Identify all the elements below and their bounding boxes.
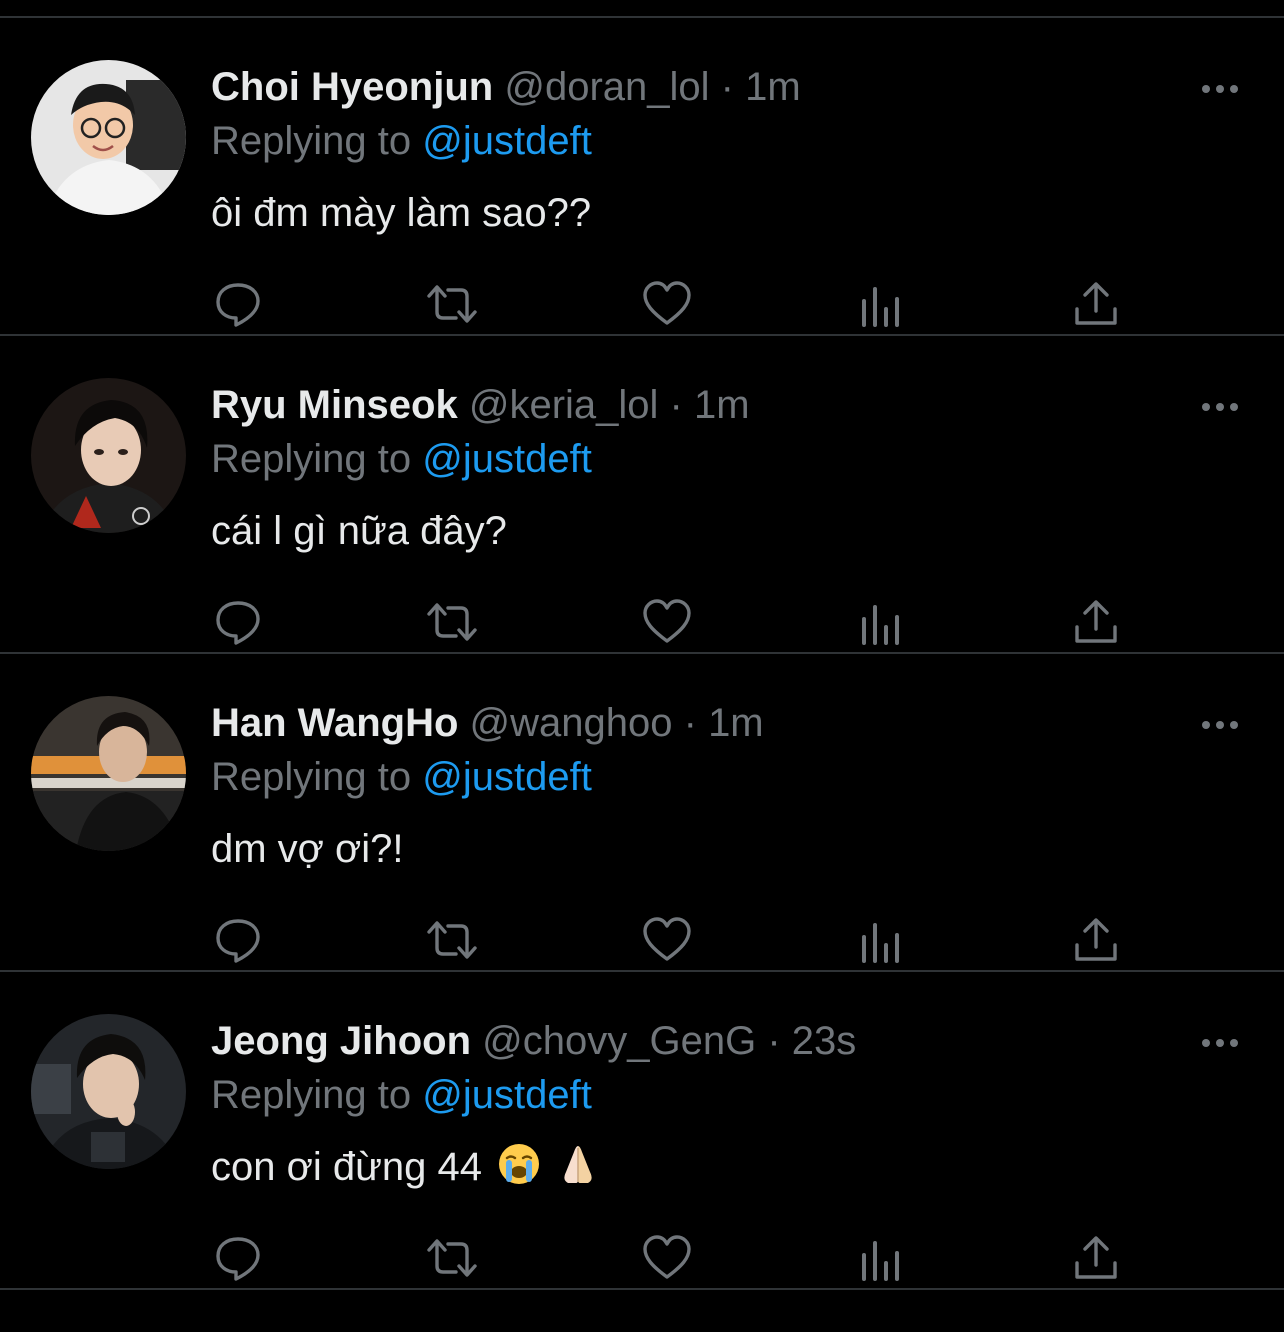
- more-dots-icon[interactable]: [1198, 1030, 1242, 1056]
- reply-icon[interactable]: [213, 597, 263, 647]
- tweet-text: con ơi đừng 44: [211, 1145, 482, 1189]
- replying-prefix: Replying to: [211, 1073, 412, 1117]
- display-name[interactable]: Jeong Jihoon: [211, 1019, 471, 1063]
- separator: ·: [767, 1019, 781, 1063]
- avatar[interactable]: [31, 696, 186, 851]
- tweet-text: cái l gì nữa đây?: [211, 509, 507, 553]
- handle[interactable]: @chovy_GenG: [482, 1019, 756, 1063]
- avatar[interactable]: [31, 60, 186, 215]
- tweet-header: Choi Hyeonjun @doran_lol · 1m: [211, 62, 801, 112]
- tweet-header: Ryu Minseok @keria_lol · 1m: [211, 380, 750, 430]
- retweet-icon[interactable]: [427, 1233, 477, 1283]
- replying-to: Replying to @justdeft: [211, 434, 592, 484]
- display-name[interactable]: Ryu Minseok: [211, 383, 458, 427]
- share-icon[interactable]: [1071, 597, 1121, 647]
- handle[interactable]: @doran_lol: [504, 65, 709, 109]
- top-divider: [0, 0, 1284, 18]
- heart-icon[interactable]: [642, 915, 692, 965]
- tweet-text: ôi đm mày làm sao??: [211, 191, 592, 235]
- handle[interactable]: @keria_lol: [469, 383, 659, 427]
- mention-link[interactable]: @justdeft: [422, 755, 592, 799]
- mention-link[interactable]: @justdeft: [422, 1073, 592, 1117]
- avatar[interactable]: [31, 1014, 186, 1169]
- replying-prefix: Replying to: [211, 437, 412, 481]
- tweet-text-container: con ơi đừng 44: [211, 1142, 600, 1198]
- tweet-header: Han WangHo @wanghoo · 1m: [211, 698, 764, 748]
- replying-to: Replying to @justdeft: [211, 116, 592, 166]
- display-name[interactable]: Han WangHo: [211, 701, 458, 745]
- more-dots-icon[interactable]: [1198, 712, 1242, 738]
- more-dots-icon[interactable]: [1198, 76, 1242, 102]
- tweet[interactable]: Jeong Jihoon @chovy_GenG · 23s Replying …: [0, 972, 1284, 1290]
- avatar[interactable]: [31, 378, 186, 533]
- reply-icon[interactable]: [213, 1233, 263, 1283]
- tweet-text: dm vợ ơi?!: [211, 827, 404, 871]
- heart-icon[interactable]: [642, 597, 692, 647]
- more-dots-icon[interactable]: [1198, 394, 1242, 420]
- tweet-header: Jeong Jihoon @chovy_GenG · 23s: [211, 1016, 856, 1066]
- replying-prefix: Replying to: [211, 119, 412, 163]
- reply-icon[interactable]: [213, 915, 263, 965]
- separator: ·: [720, 65, 734, 109]
- heart-icon[interactable]: [642, 279, 692, 329]
- timestamp[interactable]: 1m: [694, 383, 750, 427]
- analytics-icon[interactable]: [856, 1233, 906, 1283]
- retweet-icon[interactable]: [427, 915, 477, 965]
- display-name[interactable]: Choi Hyeonjun: [211, 65, 493, 109]
- separator: ·: [669, 383, 683, 427]
- loudly-crying-face-emoji: [497, 1142, 541, 1198]
- mention-link[interactable]: @justdeft: [422, 437, 592, 481]
- replying-to: Replying to @justdeft: [211, 752, 592, 802]
- retweet-icon[interactable]: [427, 597, 477, 647]
- timestamp[interactable]: 1m: [708, 701, 764, 745]
- analytics-icon[interactable]: [856, 915, 906, 965]
- tweet[interactable]: Han WangHo @wanghoo · 1m Replying to @ju…: [0, 654, 1284, 972]
- heart-icon[interactable]: [642, 1233, 692, 1283]
- analytics-icon[interactable]: [856, 279, 906, 329]
- handle[interactable]: @wanghoo: [470, 701, 673, 745]
- tweet[interactable]: Choi Hyeonjun @doran_lol · 1m Replying t…: [0, 18, 1284, 336]
- share-icon[interactable]: [1071, 1233, 1121, 1283]
- share-icon[interactable]: [1071, 915, 1121, 965]
- separator: ·: [683, 701, 697, 745]
- replying-prefix: Replying to: [211, 755, 412, 799]
- tweet[interactable]: Ryu Minseok @keria_lol · 1m Replying to …: [0, 336, 1284, 654]
- replying-to: Replying to @justdeft: [211, 1070, 592, 1120]
- timestamp[interactable]: 1m: [745, 65, 801, 109]
- reply-icon[interactable]: [213, 279, 263, 329]
- timestamp[interactable]: 23s: [792, 1019, 857, 1063]
- folded-hands-emoji: [556, 1142, 600, 1198]
- retweet-icon[interactable]: [427, 279, 477, 329]
- mention-link[interactable]: @justdeft: [422, 119, 592, 163]
- analytics-icon[interactable]: [856, 597, 906, 647]
- share-icon[interactable]: [1071, 279, 1121, 329]
